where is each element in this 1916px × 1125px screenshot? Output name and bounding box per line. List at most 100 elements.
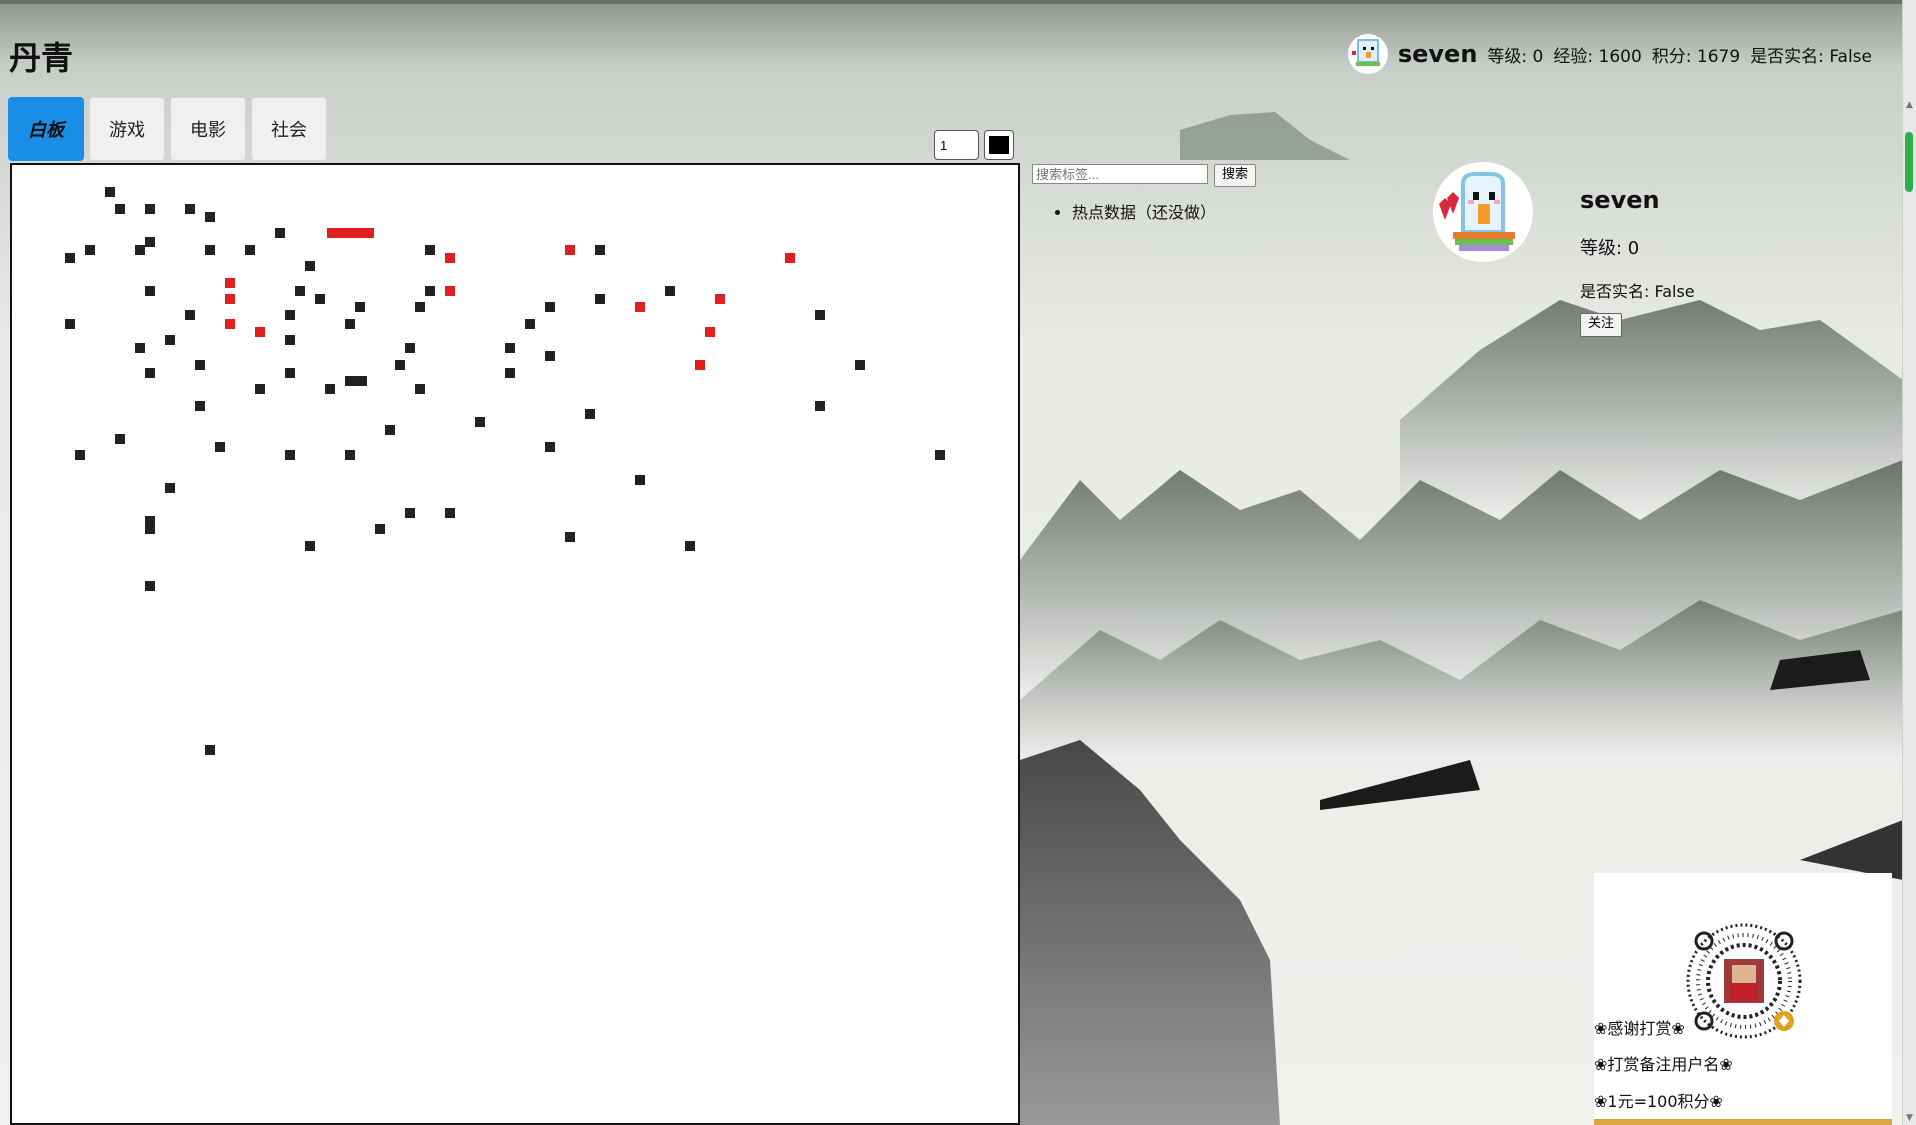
canvas-dot [345, 450, 355, 460]
canvas-dot [695, 360, 705, 370]
list-item: 热点数据（还没做） [1072, 199, 1216, 223]
canvas-dot [815, 310, 825, 320]
tab-society[interactable]: 社会 [251, 97, 327, 161]
canvas-dot [205, 212, 215, 222]
canvas-dot [475, 417, 485, 427]
canvas-dot [425, 245, 435, 255]
canvas-dot [445, 508, 455, 518]
canvas-stroke [327, 228, 374, 238]
drawing-whiteboard[interactable] [10, 163, 1020, 1125]
canvas-dot [405, 343, 415, 353]
canvas-dot [285, 450, 295, 460]
canvas-dot [545, 302, 555, 312]
canvas-dot [135, 343, 145, 353]
canvas-dot [685, 541, 695, 551]
canvas-dot [255, 327, 265, 337]
canvas-dot [415, 302, 425, 312]
canvas-dot [65, 319, 75, 329]
brush-size-input[interactable] [934, 130, 979, 160]
color-swatch [989, 136, 1009, 154]
canvas-dot [505, 343, 515, 353]
canvas-dot [75, 450, 85, 460]
canvas-dot [165, 335, 175, 345]
tag-search-input[interactable] [1032, 164, 1208, 184]
canvas-dot [285, 368, 295, 378]
tab-movies[interactable]: 电影 [170, 97, 246, 161]
canvas-dot [445, 253, 455, 263]
canvas-dot [565, 245, 575, 255]
canvas-dot [145, 204, 155, 214]
canvas-dot [315, 294, 325, 304]
canvas-dot [205, 745, 215, 755]
canvas-dot [195, 360, 205, 370]
canvas-dot [405, 508, 415, 518]
canvas-dot [705, 327, 715, 337]
search-button[interactable]: 搜索 [1214, 164, 1257, 187]
page-scrollbar[interactable]: ▲ ▼ [1902, 0, 1916, 1125]
canvas-dot [215, 442, 225, 452]
user-level: 等级: 0 [1487, 46, 1544, 67]
canvas-dot [245, 245, 255, 255]
canvas-dot [225, 294, 235, 304]
canvas-dot [225, 319, 235, 329]
canvas-dot [285, 335, 295, 345]
canvas-dot [545, 442, 555, 452]
canvas-dot [585, 409, 595, 419]
canvas-dot [935, 450, 945, 460]
follow-button[interactable]: 关注 [1580, 313, 1623, 337]
canvas-dot [565, 532, 575, 542]
hot-data-list: 热点数据（还没做） [1036, 199, 1216, 223]
canvas-dot [635, 302, 645, 312]
user-info-bar: seven 等级: 0 经验: 1600 积分: 1679 是否实名: Fals… [1347, 34, 1872, 74]
canvas-dot [635, 475, 645, 485]
user-points: 积分: 1679 [1651, 46, 1741, 67]
canvas-dot [395, 360, 405, 370]
canvas-dot [85, 245, 95, 255]
canvas-dot [275, 228, 285, 238]
canvas-dot [855, 360, 865, 370]
canvas-dot [145, 237, 155, 247]
scroll-down-icon[interactable]: ▼ [1905, 1113, 1914, 1123]
brush-color-picker[interactable] [984, 130, 1014, 160]
site-title: 丹青 [9, 39, 74, 77]
profile-avatar [1433, 162, 1533, 262]
user-realname-status: 是否实名: False [1750, 46, 1872, 67]
canvas-dot [525, 319, 535, 329]
donation-thanks-text: ❀感谢打赏❀ [1594, 1019, 1685, 1038]
canvas-dot [195, 401, 205, 411]
canvas-dot [595, 245, 605, 255]
wechat-qr-code-icon [1686, 923, 1802, 1039]
whiteboard-canvas[interactable] [12, 165, 1018, 1123]
profile-level: 等级: 0 [1580, 238, 1640, 259]
canvas-dot [65, 253, 75, 263]
canvas-dot [145, 581, 155, 591]
canvas-dot [375, 524, 385, 534]
canvas-dot [305, 541, 315, 551]
tab-whiteboard[interactable]: 白板 [8, 97, 84, 161]
canvas-dot [595, 294, 605, 304]
canvas-dot [185, 204, 195, 214]
canvas-dot [225, 278, 235, 288]
scroll-thumb[interactable] [1905, 132, 1913, 192]
canvas-dot [345, 319, 355, 329]
canvas-dot [145, 524, 155, 534]
canvas-dot [305, 261, 315, 271]
canvas-dot [145, 286, 155, 296]
canvas-dot [715, 294, 725, 304]
canvas-dot [115, 434, 125, 444]
canvas-dot [545, 351, 555, 361]
canvas-dot [295, 286, 305, 296]
profile-realname-status: 是否实名: False [1580, 282, 1695, 301]
canvas-dot [165, 483, 175, 493]
user-exp: 经验: 1600 [1553, 46, 1642, 67]
canvas-dot [115, 204, 125, 214]
scroll-up-icon[interactable]: ▲ [1905, 100, 1914, 110]
canvas-dot [325, 384, 335, 394]
canvas-dot [255, 384, 265, 394]
canvas-dot [665, 286, 675, 296]
canvas-dot [815, 401, 825, 411]
username[interactable]: seven [1398, 40, 1478, 68]
user-avatar[interactable] [1347, 34, 1388, 74]
canvas-dot [385, 425, 395, 435]
tab-games[interactable]: 游戏 [89, 97, 165, 161]
